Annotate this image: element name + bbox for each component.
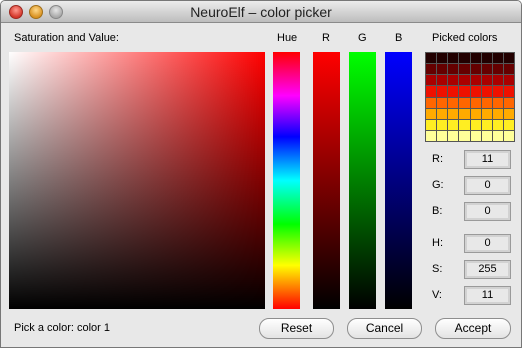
v-field-label: V: [432, 289, 442, 301]
picked-color-swatch[interactable] [481, 75, 492, 86]
picked-color-swatch[interactable] [492, 108, 503, 119]
picked-color-swatch[interactable] [437, 108, 448, 119]
picked-color-swatch[interactable] [503, 97, 514, 108]
picked-color-swatch[interactable] [492, 86, 503, 97]
picked-color-swatch[interactable] [492, 130, 503, 141]
saturation-value-picker[interactable] [9, 52, 265, 309]
picked-color-swatch[interactable] [492, 119, 503, 130]
picked-color-swatch[interactable] [437, 64, 448, 75]
s-field[interactable]: 255 [464, 260, 511, 279]
picked-color-swatch[interactable] [426, 108, 437, 119]
h-field-label: H: [432, 237, 443, 249]
picked-color-swatch[interactable] [448, 75, 459, 86]
r-label: R [322, 32, 330, 44]
picked-color-swatch[interactable] [492, 75, 503, 86]
accept-button[interactable]: Accept [435, 318, 511, 339]
reset-button[interactable]: Reset [259, 318, 334, 339]
picked-color-swatch[interactable] [459, 53, 470, 64]
picked-color-swatch[interactable] [437, 75, 448, 86]
picked-color-swatch[interactable] [503, 53, 514, 64]
picked-color-swatch[interactable] [459, 97, 470, 108]
window-title: NeuroElf – color picker [190, 4, 332, 20]
picked-color-swatch[interactable] [470, 86, 481, 97]
b-label: B [395, 32, 403, 44]
picked-color-swatch[interactable] [481, 64, 492, 75]
picked-color-swatch[interactable] [481, 97, 492, 108]
picked-color-swatch[interactable] [503, 119, 514, 130]
v-field[interactable]: 11 [464, 286, 511, 305]
g-field[interactable]: 0 [464, 176, 511, 195]
picked-color-swatch[interactable] [437, 86, 448, 97]
picked-color-swatch[interactable] [470, 119, 481, 130]
picked-color-swatch[interactable] [503, 130, 514, 141]
picked-colors-grid [425, 52, 515, 142]
picked-color-swatch[interactable] [481, 130, 492, 141]
title-bar: NeuroElf – color picker [1, 1, 521, 23]
picked-color-swatch[interactable] [492, 53, 503, 64]
picked-color-swatch[interactable] [459, 75, 470, 86]
picked-color-swatch[interactable] [437, 119, 448, 130]
hue-slider[interactable] [273, 52, 300, 309]
picked-color-swatch[interactable] [426, 64, 437, 75]
s-field-label: S: [432, 263, 443, 275]
color-picker-window: NeuroElf – color picker Saturation and V… [0, 0, 522, 348]
picked-color-swatch[interactable] [470, 97, 481, 108]
sv-label: Saturation and Value: [14, 32, 119, 44]
picked-color-swatch[interactable] [448, 86, 459, 97]
picked-color-swatch[interactable] [492, 64, 503, 75]
picked-color-swatch[interactable] [503, 75, 514, 86]
picked-color-swatch[interactable] [459, 108, 470, 119]
picked-color-swatch[interactable] [426, 86, 437, 97]
picked-color-swatch[interactable] [437, 130, 448, 141]
picked-color-swatch[interactable] [481, 86, 492, 97]
g-label: G [358, 32, 367, 44]
picked-color-swatch[interactable] [503, 86, 514, 97]
picked-color-swatch[interactable] [459, 130, 470, 141]
picked-color-swatch[interactable] [426, 75, 437, 86]
picked-color-swatch[interactable] [448, 97, 459, 108]
picked-color-swatch[interactable] [470, 53, 481, 64]
cancel-button[interactable]: Cancel [347, 318, 422, 339]
picked-color-swatch[interactable] [448, 130, 459, 141]
picked-color-swatch[interactable] [459, 64, 470, 75]
picked-color-swatch[interactable] [503, 64, 514, 75]
picked-color-swatch[interactable] [448, 64, 459, 75]
status-text: Pick a color: color 1 [14, 322, 110, 334]
picked-color-swatch[interactable] [437, 53, 448, 64]
picked-color-swatch[interactable] [426, 130, 437, 141]
picked-color-swatch[interactable] [470, 108, 481, 119]
picked-color-swatch[interactable] [448, 53, 459, 64]
g-field-label: G: [432, 179, 444, 191]
blue-slider[interactable] [385, 52, 412, 309]
b-field[interactable]: 0 [464, 202, 511, 221]
picked-color-swatch[interactable] [426, 53, 437, 64]
picked-color-swatch[interactable] [448, 108, 459, 119]
picked-color-swatch[interactable] [470, 75, 481, 86]
picked-color-swatch[interactable] [481, 119, 492, 130]
picked-color-swatch[interactable] [437, 97, 448, 108]
picked-color-swatch[interactable] [481, 53, 492, 64]
picked-color-swatch[interactable] [470, 64, 481, 75]
picked-color-swatch[interactable] [503, 108, 514, 119]
picked-color-swatch[interactable] [459, 86, 470, 97]
picked-color-swatch[interactable] [448, 119, 459, 130]
picked-color-swatch[interactable] [459, 119, 470, 130]
hue-label: Hue [277, 32, 298, 44]
r-field[interactable]: 11 [464, 150, 511, 169]
green-slider[interactable] [349, 52, 376, 309]
picked-color-swatch[interactable] [470, 130, 481, 141]
picked-color-swatch[interactable] [481, 108, 492, 119]
picked-color-swatch[interactable] [492, 97, 503, 108]
r-field-label: R: [432, 153, 443, 165]
picked-color-swatch[interactable] [426, 119, 437, 130]
b-field-label: B: [432, 205, 443, 217]
picked-color-swatch[interactable] [426, 97, 437, 108]
h-field[interactable]: 0 [464, 234, 511, 253]
picked-colors-label: Picked colors [432, 32, 498, 44]
red-slider[interactable] [313, 52, 340, 309]
